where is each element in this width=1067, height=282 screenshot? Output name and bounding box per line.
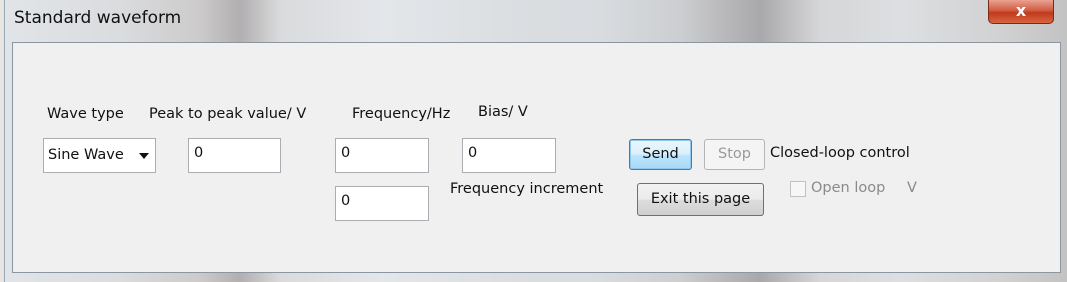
wave-type-value: Sine Wave [48, 147, 124, 163]
peak-to-peak-input[interactable]: 0 [188, 138, 281, 173]
bias-label: Bias/ V [478, 104, 528, 120]
chevron-down-icon [139, 153, 149, 159]
dialog-client-area: Wave type Peak to peak value/ V Frequenc… [12, 42, 1061, 273]
open-loop-checkbox[interactable] [790, 181, 806, 197]
open-loop-label: Open loop [811, 180, 886, 196]
open-loop-unit-label: V [907, 180, 917, 196]
closed-loop-control-label: Closed-loop control [770, 145, 910, 161]
stop-button-label: Stop [718, 146, 751, 162]
close-icon: x [1015, 1, 1027, 20]
send-button[interactable]: Send [629, 139, 692, 170]
close-button[interactable]: x [988, 0, 1054, 24]
frequency-increment-input[interactable]: 0 [335, 186, 429, 221]
peak-to-peak-label: Peak to peak value/ V [149, 106, 307, 122]
bias-input[interactable]: 0 [462, 138, 556, 173]
frequency-label: Frequency/Hz [352, 106, 451, 122]
exit-page-button-label: Exit this page [650, 191, 751, 207]
send-button-label: Send [642, 146, 679, 162]
wave-type-select[interactable]: Sine Wave [43, 138, 156, 173]
exit-page-button[interactable]: Exit this page [637, 183, 764, 216]
wave-type-label: Wave type [47, 106, 124, 122]
frequency-increment-label: Frequency increment [450, 181, 604, 197]
title-bar: Standard waveform [4, 0, 1067, 40]
window-title: Standard waveform [14, 8, 182, 28]
stop-button[interactable]: Stop [704, 139, 765, 170]
frequency-input[interactable]: 0 [335, 138, 429, 173]
